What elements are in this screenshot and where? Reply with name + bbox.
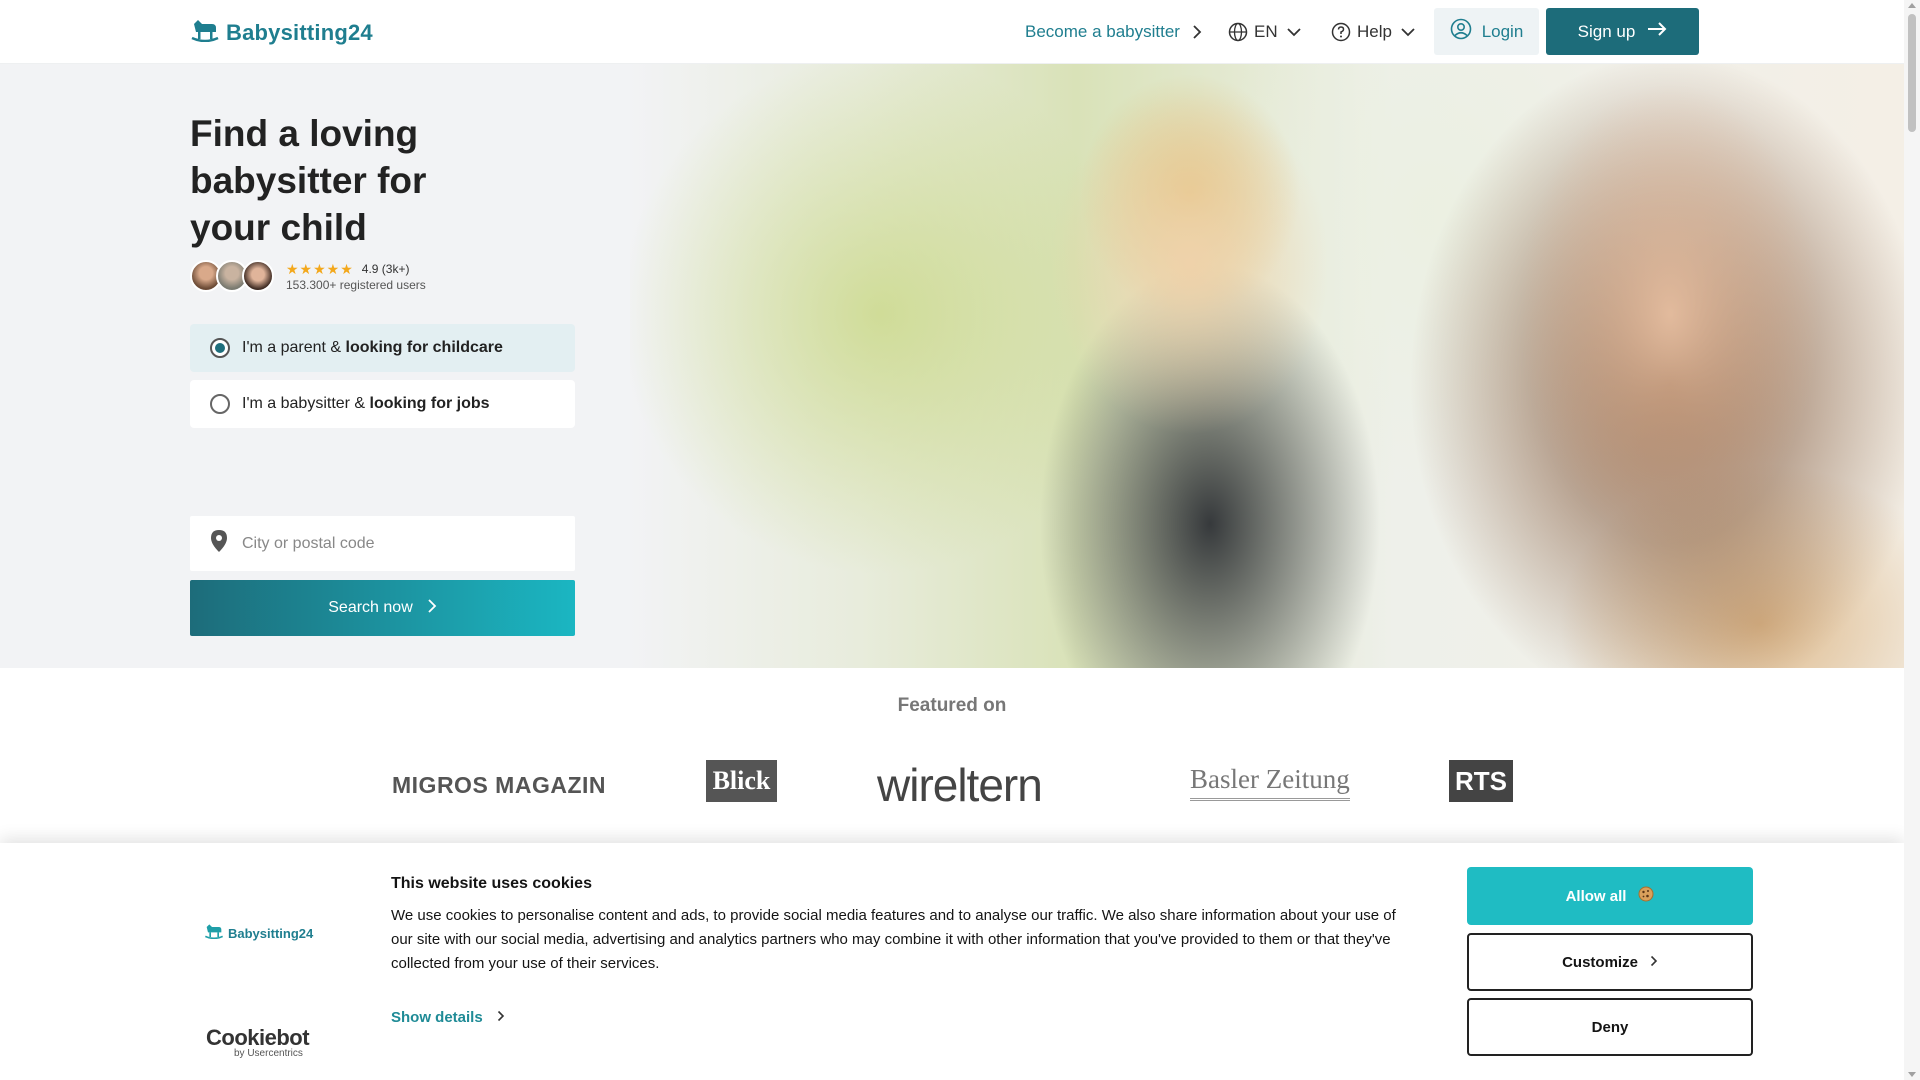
chevron-down-icon bbox=[1400, 27, 1416, 37]
cookie-title: This website uses cookies bbox=[391, 875, 592, 892]
option-babysitter[interactable]: I'm a babysitter & looking for jobs bbox=[190, 380, 575, 428]
allow-all-label: Allow all bbox=[1565, 887, 1627, 905]
star-rating-icon: ★★★★★ bbox=[286, 260, 354, 277]
site-logo[interactable]: Babysitting24 bbox=[190, 18, 373, 47]
cookie-icon bbox=[1638, 886, 1654, 906]
help-circle-icon bbox=[1331, 22, 1351, 42]
press-logo-blick: Blick bbox=[706, 760, 777, 802]
logo-text: Babysitting24 bbox=[226, 19, 373, 45]
login-button[interactable]: Login bbox=[1434, 8, 1539, 55]
cookie-banner: Babysitting24 Cookiebot by Usercentrics … bbox=[0, 843, 1904, 1080]
cookie-banner-logo: Babysitting24 bbox=[204, 923, 313, 944]
hero-section: Find a loving babysitter for your child … bbox=[0, 64, 1904, 668]
radio-selected-icon[interactable] bbox=[210, 338, 230, 358]
show-details-link[interactable]: Show details bbox=[391, 1009, 505, 1026]
signup-button[interactable]: Sign up bbox=[1546, 8, 1699, 55]
page-scrollbar[interactable] bbox=[1904, 0, 1920, 1080]
scrollbar-thumb[interactable] bbox=[1908, 14, 1916, 132]
location-field[interactable] bbox=[190, 516, 575, 571]
become-babysitter-link[interactable]: Become a babysitter bbox=[1025, 0, 1202, 63]
press-logo-wireltern: wireltern bbox=[877, 759, 1043, 811]
deny-label: Deny bbox=[1591, 1018, 1629, 1036]
hero-title: Find a loving babysitter for your child bbox=[190, 113, 427, 248]
option-babysitter-bold: looking for jobs bbox=[369, 395, 490, 412]
rating-value: 4.9 (3k+) bbox=[361, 262, 410, 276]
rating-info: ★★★★★ 4.9 (3k+) 153.300+ registered user… bbox=[286, 261, 426, 292]
deny-button[interactable]: Deny bbox=[1467, 998, 1753, 1056]
cookie-text: We use cookies to personalise content an… bbox=[391, 907, 1396, 972]
featured-title: Featured on bbox=[897, 695, 1007, 716]
rocking-horse-icon bbox=[204, 923, 224, 944]
search-now-button[interactable]: Search now bbox=[190, 580, 575, 636]
cookiebot-logo[interactable]: Cookiebot by Usercentrics bbox=[206, 1025, 310, 1059]
rating-summary: ★★★★★ 4.9 (3k+) 153.300+ registered user… bbox=[190, 260, 426, 292]
language-selector[interactable]: EN bbox=[1228, 0, 1302, 63]
signup-label: Sign up bbox=[1577, 21, 1636, 41]
hero-photo bbox=[630, 64, 1904, 668]
arrow-right-icon bbox=[1647, 21, 1667, 42]
customize-label: Customize bbox=[1562, 953, 1638, 971]
globe-icon bbox=[1228, 22, 1248, 42]
location-input[interactable] bbox=[240, 533, 544, 554]
press-logo-rts: RTS bbox=[1449, 760, 1513, 802]
rocking-horse-icon bbox=[190, 18, 220, 47]
chevron-right-icon bbox=[427, 598, 437, 619]
scroll-down-arrow-icon[interactable] bbox=[1908, 1072, 1916, 1077]
site-header: Babysitting24 Become a babysitter EN Hel… bbox=[0, 0, 1904, 64]
user-avatars bbox=[190, 260, 274, 292]
chevron-right-icon bbox=[497, 1009, 505, 1026]
option-babysitter-prefix: I'm a babysitter & bbox=[242, 395, 370, 412]
registered-users: 153.300+ registered users bbox=[286, 277, 426, 292]
scroll-up-arrow-icon[interactable] bbox=[1908, 3, 1916, 8]
press-logo-migros: MIGROS MAGAZIN bbox=[392, 771, 606, 798]
chevron-right-icon bbox=[1192, 24, 1202, 40]
chevron-right-icon bbox=[1650, 954, 1658, 971]
press-logo-basler-zeitung: Basler Zeitung bbox=[1190, 760, 1350, 801]
cookie-logo-text: Babysitting24 bbox=[228, 926, 314, 941]
allow-all-button[interactable]: Allow all bbox=[1467, 867, 1753, 925]
help-label: Help bbox=[1357, 21, 1392, 41]
customize-button[interactable]: Customize bbox=[1467, 933, 1753, 991]
login-label: Login bbox=[1481, 21, 1524, 41]
map-pin-icon bbox=[210, 529, 228, 558]
option-parent[interactable]: I'm a parent & looking for childcare bbox=[190, 324, 575, 372]
search-now-label: Search now bbox=[328, 599, 413, 616]
radio-unselected-icon[interactable] bbox=[210, 394, 230, 414]
help-menu[interactable]: Help bbox=[1331, 0, 1416, 63]
avatar bbox=[242, 260, 274, 292]
option-parent-prefix: I'm a parent & bbox=[242, 339, 346, 356]
become-babysitter-label: Become a babysitter bbox=[1025, 21, 1180, 41]
option-parent-bold: looking for childcare bbox=[345, 339, 503, 356]
user-circle-icon bbox=[1450, 18, 1472, 45]
show-details-label: Show details bbox=[391, 1009, 483, 1026]
language-label: EN bbox=[1254, 21, 1278, 41]
chevron-down-icon bbox=[1286, 27, 1302, 37]
